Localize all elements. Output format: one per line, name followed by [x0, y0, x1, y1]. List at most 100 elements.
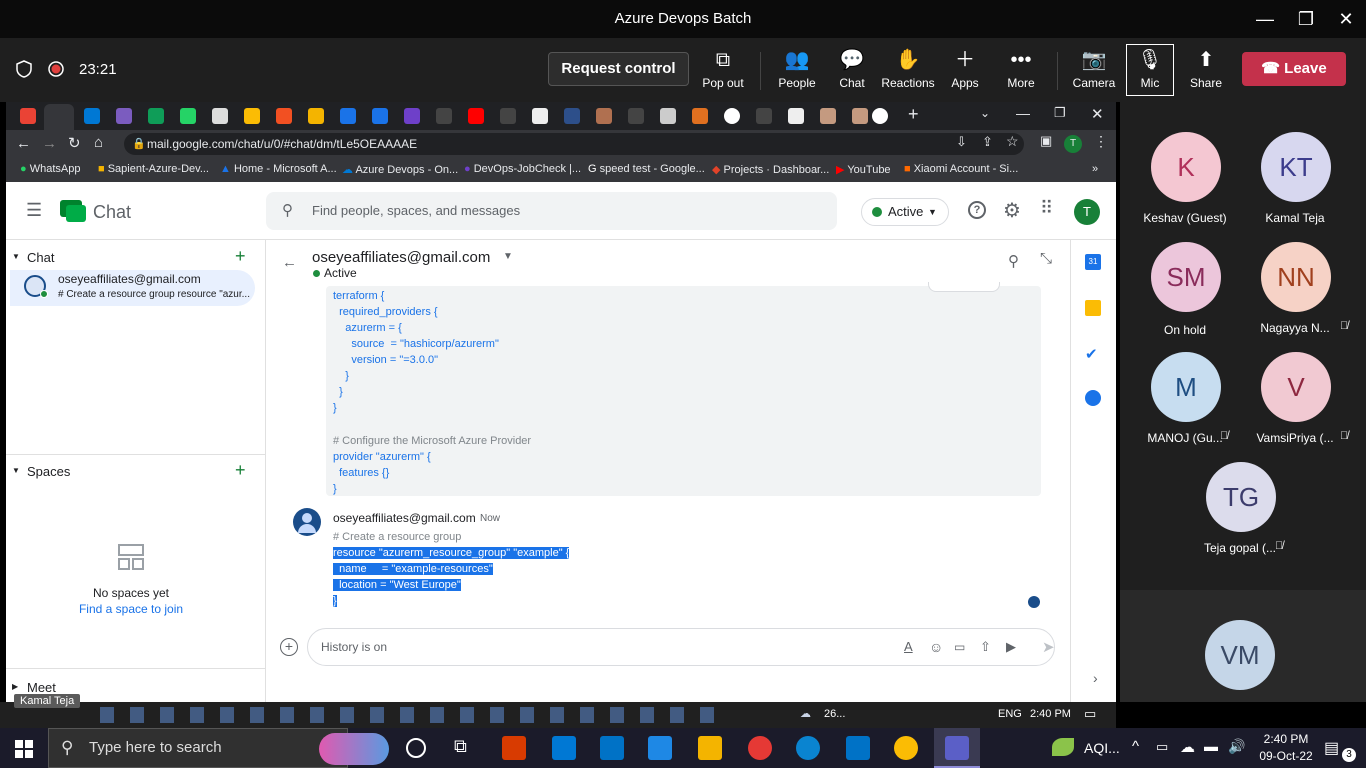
action-center-icon[interactable]: ▤ [1324, 738, 1339, 758]
windows-start-icon[interactable] [15, 740, 33, 758]
maximize-button[interactable]: ❐ [1293, 6, 1319, 32]
github-tab-icon[interactable] [436, 108, 452, 124]
bookmark-star-icon[interactable]: ☆ [1006, 133, 1019, 150]
bookmark-whatsapp[interactable]: ● WhatsApp [20, 163, 80, 175]
tab-search-icon[interactable]: ⌄ [980, 106, 990, 120]
sheets-tab-icon[interactable] [148, 108, 164, 124]
store-icon[interactable] [552, 736, 576, 760]
onedrive-icon[interactable]: ☁ [1180, 738, 1195, 756]
install-icon[interactable]: ⇩ [956, 134, 967, 150]
azure-tab-icon[interactable] [372, 108, 388, 124]
share-page-icon[interactable]: ⇪ [982, 134, 993, 150]
address-bar[interactable]: 🔒 mail.google.com/chat/u/0/#chat/dm/tLe5… [124, 133, 1024, 155]
participant-tile[interactable]: V VamsiPriya (... 🎙̸ [1240, 322, 1366, 446]
google-tab-icon[interactable] [724, 108, 740, 124]
message-actions[interactable] [928, 282, 1000, 292]
status-chip[interactable]: Active ▼ [861, 198, 949, 226]
dm-list-item[interactable]: oseyeaffiliates@gmail.com # Create a res… [10, 270, 255, 306]
cortana-icon[interactable] [406, 738, 426, 758]
keep-icon[interactable] [1085, 300, 1101, 316]
tab-icon[interactable] [660, 108, 676, 124]
participant-tile[interactable]: NN Nagayya N... 🎙̸ [1240, 212, 1366, 336]
add-attachment-icon[interactable]: + [280, 638, 298, 656]
weather-leaf-icon[interactable] [1052, 738, 1074, 756]
search-input[interactable]: ⚲ Find people, spaces, and messages [266, 192, 837, 230]
camera-button[interactable]: 📷 Camera [1066, 48, 1122, 94]
bookmark-gitlab[interactable]: ◆ Projects · Dashboar... [712, 163, 829, 176]
task-view-icon[interactable]: ⧉ [454, 736, 467, 757]
microsoft-tab-icon[interactable] [276, 108, 292, 124]
bookmark-speed-test[interactable]: G speed test - Google... [588, 163, 705, 175]
chrome-icon[interactable] [748, 736, 772, 760]
find-space-link[interactable]: Find a space to join [6, 602, 256, 616]
onedrive-tab-icon[interactable] [84, 108, 100, 124]
minimize-button[interactable]: — [1252, 6, 1278, 32]
reload-icon[interactable]: ↻ [68, 134, 81, 152]
tab-icon[interactable] [596, 108, 612, 124]
participant-tile[interactable]: TG Teja gopal (... 🎙̸ [1185, 432, 1315, 556]
collapse-icon[interactable]: ⤡ [1040, 250, 1052, 267]
new-space-icon[interactable]: + [235, 460, 246, 481]
mail-icon[interactable] [600, 736, 624, 760]
share-button[interactable]: ⬆ Share [1178, 48, 1234, 94]
taskbar-time[interactable]: 2:40 PM [1256, 732, 1316, 746]
hamburger-menu-icon[interactable]: ☰ [26, 200, 42, 221]
video-meeting-icon[interactable]: ▶ [1006, 629, 1016, 665]
home-icon[interactable]: ⌂ [94, 134, 103, 151]
gif-icon[interactable]: ▭ [954, 629, 965, 665]
chat-button[interactable]: 💬 Chat [824, 48, 880, 94]
new-tab-icon[interactable]: + [908, 104, 919, 125]
taskbar-search-input[interactable]: ⚲ Type here to search [48, 728, 389, 768]
tab-icon[interactable] [564, 108, 580, 124]
spaces-section-header[interactable]: ▼ Spaces + [6, 460, 266, 480]
tab-icon[interactable] [404, 108, 420, 124]
calendar-icon[interactable]: 31 [1085, 254, 1101, 270]
tab-icon[interactable] [692, 108, 708, 124]
people-button[interactable]: 👥 People [769, 48, 825, 94]
contacts-icon[interactable] [1085, 390, 1101, 406]
more-button[interactable]: ••• More [993, 48, 1049, 94]
emoji-icon[interactable]: ☺ [929, 629, 943, 665]
tray-overflow-icon[interactable]: ^ [1132, 738, 1139, 755]
bookmarks-overflow-icon[interactable]: » [1092, 163, 1098, 175]
active-tab[interactable] [44, 104, 74, 130]
message-input[interactable]: History is on A ☺ ▭ ⇧ ▶ [307, 628, 1055, 666]
browser-close-icon[interactable]: ✕ [1091, 105, 1104, 123]
github-tab-icon[interactable] [756, 108, 772, 124]
tab-icon[interactable] [788, 108, 804, 124]
google-tab-icon[interactable] [872, 108, 888, 124]
github-tab-icon[interactable] [628, 108, 644, 124]
forward-icon[interactable]: → [42, 135, 57, 152]
meet-section-header[interactable]: ▶ Meet [6, 680, 266, 695]
profile-avatar[interactable]: T [1064, 135, 1082, 153]
help-icon[interactable]: ? [968, 201, 986, 219]
outlook-icon[interactable] [846, 736, 870, 760]
tasks-icon[interactable]: ✔ [1085, 345, 1098, 363]
tab-icon[interactable] [820, 108, 836, 124]
close-button[interactable]: ✕ [1333, 6, 1359, 32]
bookmark-microsoft[interactable]: ▲ Home - Microsoft A... [220, 163, 337, 175]
request-control-button[interactable]: Request control [548, 52, 689, 86]
back-icon[interactable]: ← [16, 135, 31, 152]
tab-icon[interactable] [532, 108, 548, 124]
participant-tile[interactable]: KT Kamal Teja [1240, 102, 1366, 226]
mic-button[interactable]: 🎙 Mic [1126, 44, 1174, 96]
back-arrow-icon[interactable]: ← [282, 254, 297, 271]
github-tab-icon[interactable] [500, 108, 516, 124]
browser-restore-icon[interactable]: ❐ [1054, 105, 1066, 121]
browser-minimize-icon[interactable]: — [1016, 105, 1030, 121]
tab-icon[interactable] [116, 108, 132, 124]
word-icon[interactable] [648, 736, 672, 760]
upload-icon[interactable]: ⇧ [980, 629, 991, 665]
tab-icon[interactable] [212, 108, 228, 124]
expand-panel-icon[interactable]: › [1093, 670, 1098, 686]
volume-icon[interactable]: 🔊 [1228, 738, 1245, 755]
meeting-tray-icon[interactable]: ▭ [1156, 739, 1168, 755]
office-icon[interactable] [502, 736, 526, 760]
edge-icon[interactable] [796, 736, 820, 760]
drive-tab-icon[interactable] [244, 108, 260, 124]
bookmark-sapient[interactable]: ■ Sapient-Azure-Dev... [98, 163, 209, 175]
settings-gear-icon[interactable]: ⚙ [1003, 198, 1021, 223]
format-text-icon[interactable]: A [904, 629, 913, 665]
youtube-tab-icon[interactable] [468, 108, 484, 124]
